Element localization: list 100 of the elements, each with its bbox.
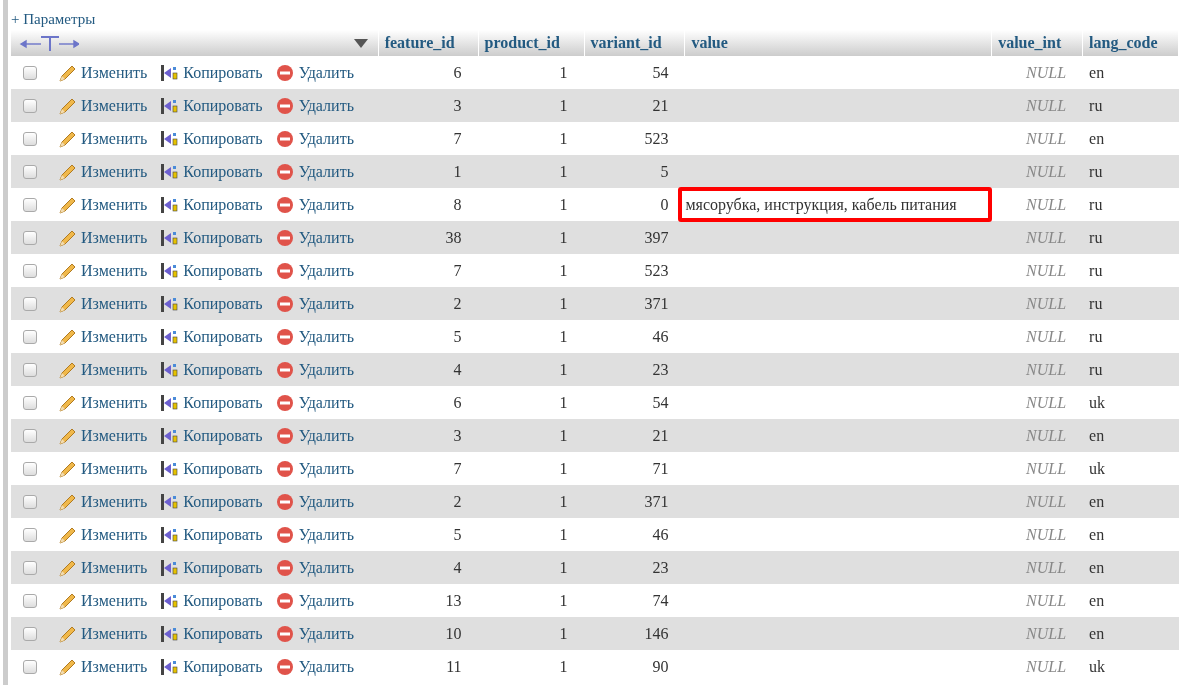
- edit-link[interactable]: Изменить: [57, 459, 148, 478]
- copy-link[interactable]: Копировать: [159, 393, 263, 412]
- row-checkbox[interactable]: [23, 131, 37, 146]
- edit-link[interactable]: Изменить: [57, 129, 148, 148]
- edit-link[interactable]: Изменить: [57, 195, 148, 214]
- delete-icon: [276, 427, 293, 444]
- table-cell: NULL: [1026, 63, 1067, 82]
- copy-link[interactable]: Копировать: [159, 591, 263, 610]
- edit-link[interactable]: Изменить: [57, 558, 148, 577]
- copy-link[interactable]: Копировать: [159, 162, 263, 181]
- delete-link[interactable]: Удалить: [274, 261, 354, 280]
- delete-link[interactable]: Удалить: [274, 624, 354, 643]
- delete-link[interactable]: Удалить: [274, 591, 354, 610]
- row-checkbox[interactable]: [23, 461, 37, 476]
- copy-link[interactable]: Копировать: [159, 63, 263, 82]
- row-checkbox[interactable]: [23, 659, 37, 674]
- edit-link[interactable]: Изменить: [57, 228, 148, 247]
- delete-link[interactable]: Удалить: [274, 63, 354, 82]
- edit-link[interactable]: Изменить: [57, 162, 148, 181]
- edit-link[interactable]: Изменить: [57, 393, 148, 412]
- copy-link[interactable]: Копировать: [159, 525, 263, 544]
- copy-link[interactable]: Копировать: [159, 459, 263, 478]
- delete-link[interactable]: Удалить: [274, 525, 354, 544]
- delete-link[interactable]: Удалить: [274, 393, 354, 412]
- table-cell: 1: [559, 558, 568, 577]
- copy-link[interactable]: Копировать: [159, 129, 263, 148]
- edit-link[interactable]: Изменить: [57, 327, 148, 346]
- table-cell: 21: [652, 426, 669, 445]
- edit-link[interactable]: Изменить: [57, 657, 148, 676]
- row-checkbox[interactable]: [23, 65, 37, 80]
- delete-link[interactable]: Удалить: [274, 96, 354, 115]
- copy-link[interactable]: Копировать: [159, 657, 263, 676]
- pencil-icon: [59, 527, 76, 543]
- copy-link[interactable]: Копировать: [159, 327, 263, 346]
- edit-link[interactable]: Изменить: [57, 525, 148, 544]
- table-cell: 54: [652, 63, 669, 82]
- delete-link[interactable]: Удалить: [274, 228, 354, 247]
- copy-link[interactable]: Копировать: [159, 195, 263, 214]
- pencil-icon: [59, 230, 76, 246]
- delete-link[interactable]: Удалить: [274, 492, 354, 511]
- options-link[interactable]: + Параметры: [11, 10, 96, 28]
- delete-link[interactable]: Удалить: [274, 558, 354, 577]
- delete-link[interactable]: Удалить: [274, 294, 354, 313]
- table-cell: 7: [453, 459, 462, 478]
- column-resize-icon[interactable]: [19, 34, 79, 52]
- table-cell: NULL: [1026, 294, 1067, 313]
- table-cell: 23: [652, 558, 669, 577]
- copy-link[interactable]: Копировать: [159, 228, 263, 247]
- row-checkbox[interactable]: [23, 98, 37, 113]
- delete-icon: [276, 592, 293, 609]
- edit-link[interactable]: Изменить: [57, 96, 148, 115]
- copy-link[interactable]: Копировать: [159, 261, 263, 280]
- table-cell: NULL: [1026, 261, 1067, 280]
- edit-link[interactable]: Изменить: [57, 624, 148, 643]
- table-cell: 523: [644, 129, 669, 148]
- edit-link[interactable]: Изменить: [57, 591, 148, 610]
- delete-link[interactable]: Удалить: [274, 129, 354, 148]
- table-cell: NULL: [1026, 393, 1067, 412]
- row-checkbox[interactable]: [23, 362, 37, 377]
- table-cell: ru: [1089, 360, 1103, 379]
- table-cell: 2: [453, 294, 462, 313]
- copy-link[interactable]: Копировать: [159, 426, 263, 445]
- delete-link[interactable]: Удалить: [274, 162, 354, 181]
- table-cell: en: [1089, 624, 1105, 643]
- delete-link[interactable]: Удалить: [274, 657, 354, 676]
- copy-link[interactable]: Копировать: [159, 558, 263, 577]
- edit-link[interactable]: Изменить: [57, 426, 148, 445]
- row-checkbox[interactable]: [23, 296, 37, 311]
- delete-link[interactable]: Удалить: [274, 327, 354, 346]
- row-checkbox[interactable]: [23, 230, 37, 245]
- table-cell: 1: [559, 657, 568, 676]
- edit-link[interactable]: Изменить: [57, 63, 148, 82]
- delete-link[interactable]: Удалить: [274, 195, 354, 214]
- copy-link[interactable]: Копировать: [159, 360, 263, 379]
- row-checkbox[interactable]: [23, 560, 37, 575]
- copy-link[interactable]: Копировать: [159, 294, 263, 313]
- row-checkbox[interactable]: [23, 395, 37, 410]
- delete-link[interactable]: Удалить: [274, 360, 354, 379]
- row-checkbox[interactable]: [23, 329, 37, 344]
- edit-link[interactable]: Изменить: [57, 261, 148, 280]
- highlighted-cell: мясорубка, инструкция, кабель питания: [678, 187, 993, 222]
- copy-link[interactable]: Копировать: [159, 624, 263, 643]
- edit-link[interactable]: Изменить: [57, 492, 148, 511]
- row-checkbox[interactable]: [23, 527, 37, 542]
- row-checkbox[interactable]: [23, 197, 37, 212]
- edit-link[interactable]: Изменить: [57, 360, 148, 379]
- row-checkbox[interactable]: [23, 263, 37, 278]
- delete-link[interactable]: Удалить: [274, 426, 354, 445]
- edit-link[interactable]: Изменить: [57, 294, 148, 313]
- row-checkbox[interactable]: [23, 494, 37, 509]
- delete-link[interactable]: Удалить: [274, 459, 354, 478]
- copy-link[interactable]: Копировать: [159, 492, 263, 511]
- pencil-icon: [59, 65, 76, 81]
- row-checkbox[interactable]: [23, 164, 37, 179]
- table-cell: 5: [660, 162, 669, 181]
- row-checkbox[interactable]: [23, 593, 37, 608]
- dropdown-icon[interactable]: [353, 38, 368, 48]
- copy-link[interactable]: Копировать: [159, 96, 263, 115]
- row-checkbox[interactable]: [23, 428, 37, 443]
- row-checkbox[interactable]: [23, 626, 37, 641]
